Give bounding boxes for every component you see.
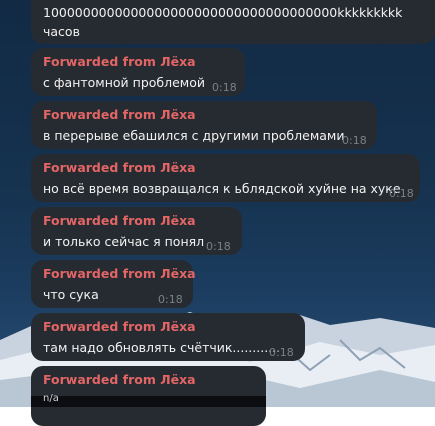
message-text: и только сейчас я понял [43,234,205,249]
forwarded-from-label[interactable]: Forwarded from Лёха [43,372,196,387]
message-bubble[interactable]: Forwarded from Лёха и только сейчас я по… [31,207,242,255]
message-text: но всё время возвращался к ьблядской хуй… [43,181,401,196]
message-bubble[interactable]: Forwarded from Лёха но всё время возвращ… [31,154,420,202]
forwarded-from-label[interactable]: Forwarded from Лёха [43,266,196,281]
message-time: 0:18 [342,134,367,147]
message-text: с фантомной проблемой [43,75,205,90]
forwarded-from-label[interactable]: Forwarded from Лёха [43,213,196,228]
forwarded-from-label[interactable]: Forwarded from Лёха [43,107,196,122]
message-bubble[interactable]: Forwarded from Лёха с фантомной проблемо… [31,48,245,96]
message-time: 0:18 [269,346,294,359]
message-text: там надо обновлять счётчик............ [43,340,281,355]
message-time: 0:18 [158,293,183,306]
forwarded-from-label[interactable]: Forwarded from Лёха [43,319,196,334]
message-text: в перерыве ебашился с другими проблемами [43,128,345,143]
message-time: 0:18 [389,187,414,200]
forwarded-from-label[interactable]: Forwarded from Лёха [43,160,196,175]
message-bubble[interactable]: Forwarded from Лёха что сука 0:18 [31,260,196,308]
message-bubble[interactable]: Forwarded from Лёха там надо обновлять с… [31,313,305,361]
message-text: n/a [43,393,59,404]
message-media-preview[interactable]: n/a [31,393,266,407]
forwarded-from-label[interactable]: Forwarded from Лёха [43,54,196,69]
message-time: 0:18 [212,81,237,94]
message-bubble[interactable]: Forwarded from Лёха в перерыве ебашился … [31,101,377,149]
message-time: 0:18 [206,240,231,253]
message-text: что сука [43,287,99,302]
